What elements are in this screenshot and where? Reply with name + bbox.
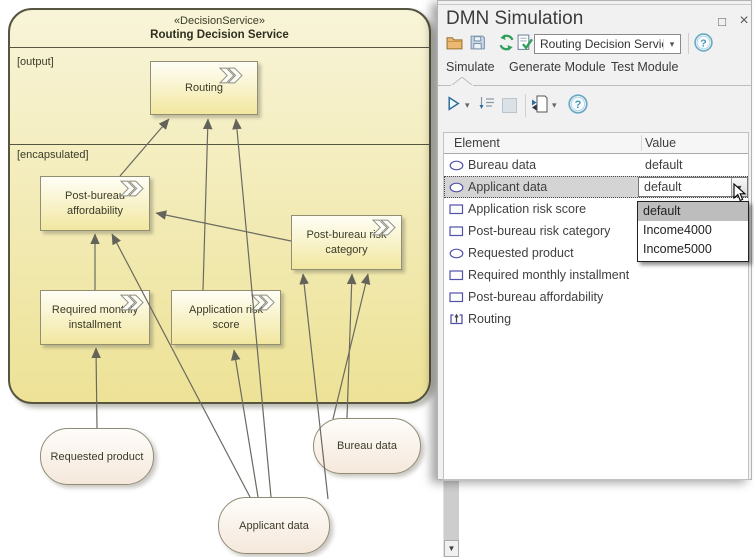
input-data-oval-icon bbox=[449, 182, 465, 193]
decision-rect-icon bbox=[449, 204, 465, 215]
row-label: Post-bureau risk category bbox=[468, 224, 610, 238]
decision-chevron-icon bbox=[120, 180, 144, 197]
row-label: Routing bbox=[468, 312, 511, 326]
chevron-down-icon[interactable]: ▾ bbox=[663, 39, 680, 50]
decision-node-post-bureau-affordability[interactable]: Post-bureau affordability bbox=[40, 176, 150, 231]
screenshot-root: «DecisionService» Routing Decision Servi… bbox=[0, 0, 754, 557]
tab-simulate[interactable]: Simulate bbox=[446, 60, 495, 74]
mouse-cursor bbox=[733, 183, 747, 203]
step-icon[interactable] bbox=[478, 96, 496, 112]
node-label: Applicant data bbox=[239, 520, 309, 532]
input-data-oval-icon bbox=[449, 160, 465, 171]
value-combobox[interactable]: default ▾ bbox=[638, 177, 748, 197]
active-tab-notch bbox=[451, 77, 473, 86]
node-label: Requested product bbox=[51, 451, 144, 463]
service-stereotype: «DecisionService» bbox=[10, 15, 429, 27]
dropdown-option-default[interactable]: default bbox=[638, 202, 748, 221]
decision-chevron-icon bbox=[251, 294, 275, 311]
decision-chevron-icon bbox=[120, 294, 144, 311]
run-simulation-button[interactable] bbox=[446, 96, 461, 111]
dropdown-option-income4000[interactable]: Income4000 bbox=[638, 221, 748, 240]
toolbar-separator bbox=[688, 33, 689, 54]
refresh-icon[interactable] bbox=[498, 34, 515, 51]
output-decision-icon bbox=[449, 313, 465, 325]
help-icon[interactable]: ? bbox=[568, 94, 588, 114]
vertical-scrollbar[interactable]: ▼ bbox=[443, 481, 459, 557]
column-header-value: Value bbox=[645, 136, 676, 150]
row-label: Applicant data bbox=[468, 180, 547, 194]
node-label: Routing bbox=[185, 81, 223, 95]
input-data-node-applicant-data[interactable]: Applicant data bbox=[218, 497, 330, 554]
decision-service-combobox-value: Routing Decision Servic bbox=[535, 37, 663, 51]
decision-node-routing[interactable]: Routing bbox=[150, 61, 258, 115]
open-folder-icon[interactable] bbox=[446, 34, 463, 51]
svg-text:?: ? bbox=[575, 99, 582, 111]
column-divider bbox=[641, 135, 642, 151]
row-label: Application risk score bbox=[468, 202, 586, 216]
value-combobox-value: default bbox=[639, 180, 731, 194]
row-value[interactable]: default bbox=[645, 158, 683, 172]
service-section-divider bbox=[8, 144, 431, 145]
decision-service-combobox[interactable]: Routing Decision Servic ▾ bbox=[534, 34, 681, 54]
service-header-divider bbox=[8, 47, 431, 48]
panel-top-edge bbox=[438, 4, 751, 5]
column-header-element: Element bbox=[454, 136, 500, 150]
row-label: Bureau data bbox=[468, 158, 536, 172]
row-label: Required monthly installment bbox=[468, 268, 629, 282]
table-row-post-bureau-affordability[interactable]: Post-bureau affordability bbox=[444, 286, 748, 308]
decision-rect-icon bbox=[449, 226, 465, 237]
stop-button[interactable] bbox=[502, 98, 517, 113]
float-window-button[interactable]: □ bbox=[713, 12, 731, 30]
help-icon[interactable]: ? bbox=[694, 33, 713, 52]
table-header: Element Value bbox=[444, 133, 748, 154]
export-module-icon[interactable] bbox=[531, 95, 549, 113]
decision-chevron-icon bbox=[219, 67, 243, 84]
toolbar-separator bbox=[525, 94, 526, 117]
export-options-caret-icon[interactable]: ▾ bbox=[552, 100, 557, 111]
run-options-caret-icon[interactable]: ▾ bbox=[465, 100, 470, 111]
dropdown-option-income5000[interactable]: Income5000 bbox=[638, 240, 748, 259]
tab-generate-module[interactable]: Generate Module bbox=[509, 60, 606, 74]
row-label: Post-bureau affordability bbox=[468, 290, 603, 304]
input-data-node-requested-product[interactable]: Requested product bbox=[40, 428, 154, 485]
simulation-element-table: Element Value Bureau data default Applic… bbox=[443, 132, 749, 480]
table-row-routing[interactable]: Routing bbox=[444, 308, 748, 330]
dmn-simulation-panel: DMN Simulation □ × Routing Decision Serv… bbox=[437, 0, 752, 480]
value-dropdown-list: default Income4000 Income5000 bbox=[637, 201, 749, 262]
decision-node-post-bureau-risk-category[interactable]: Post-bureau risk category bbox=[291, 215, 402, 270]
decision-chevron-icon bbox=[372, 219, 396, 236]
scroll-down-button[interactable]: ▼ bbox=[444, 540, 459, 557]
table-row-applicant-data[interactable]: Applicant data default ▾ bbox=[444, 176, 748, 198]
input-data-node-bureau-data[interactable]: Bureau data bbox=[313, 418, 421, 474]
table-row-required-monthly-installment[interactable]: Required monthly installment bbox=[444, 264, 748, 286]
decision-node-required-monthly-installment[interactable]: Required monthly installment bbox=[40, 290, 150, 345]
decision-rect-icon bbox=[449, 292, 465, 303]
save-icon[interactable] bbox=[469, 34, 486, 51]
tab-test-module[interactable]: Test Module bbox=[611, 60, 678, 74]
decision-rect-icon bbox=[449, 270, 465, 281]
encapsulated-section-label: [encapsulated] bbox=[17, 149, 89, 161]
service-name: Routing Decision Service bbox=[10, 29, 429, 41]
output-section-label: [output] bbox=[17, 56, 54, 68]
tab-underline bbox=[438, 85, 751, 86]
row-label: Requested product bbox=[468, 246, 574, 260]
svg-text:?: ? bbox=[700, 37, 706, 49]
panel-title: DMN Simulation bbox=[446, 8, 583, 30]
node-label: Bureau data bbox=[337, 440, 397, 452]
validate-icon[interactable] bbox=[516, 34, 533, 51]
decision-node-application-risk-score[interactable]: Application risk score bbox=[171, 290, 281, 345]
input-data-oval-icon bbox=[449, 248, 465, 259]
table-row-bureau-data[interactable]: Bureau data default bbox=[444, 154, 748, 176]
close-window-button[interactable]: × bbox=[735, 12, 753, 30]
